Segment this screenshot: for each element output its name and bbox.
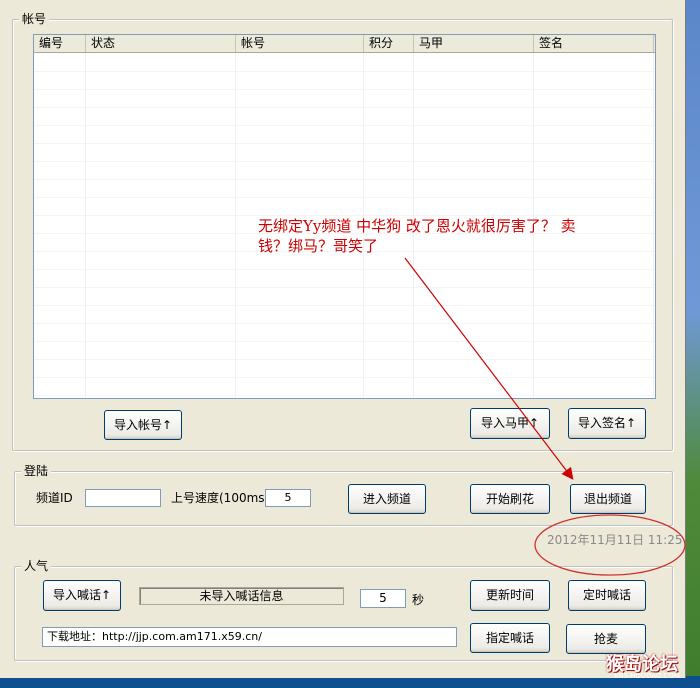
annotation-arrow: [404, 257, 574, 480]
forum-watermark-url: BBS.HOUDAO.COM: [614, 672, 680, 680]
annotation-circle: [534, 514, 686, 576]
annotation-overlay: [404, 257, 686, 576]
